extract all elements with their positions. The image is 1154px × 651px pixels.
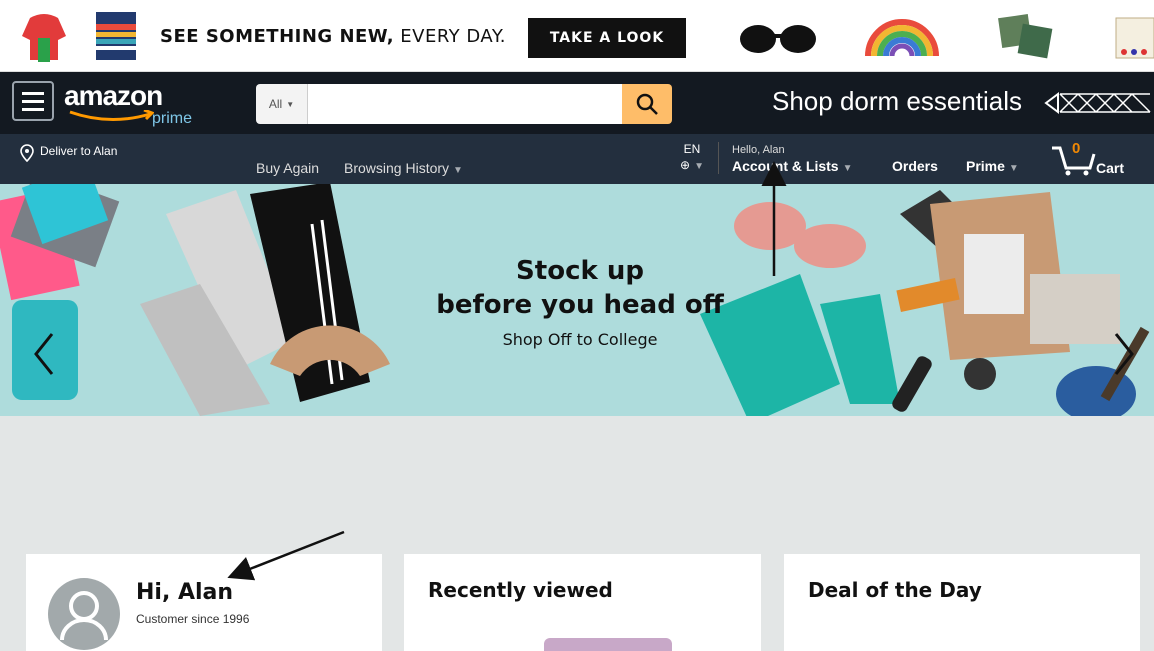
greeting-text: Hi, Alan: [136, 580, 234, 605]
prime-menu-button[interactable]: Prime ▼: [966, 158, 1019, 174]
logo-prime-text: prime: [152, 110, 193, 127]
greeting-card: Hi, Alan Customer since 1996: [26, 554, 382, 651]
recently-viewed-item-thumbnail[interactable]: [544, 638, 672, 651]
carousel-next-button[interactable]: [1104, 324, 1144, 384]
globe-icon: ⊕: [680, 158, 691, 172]
deliver-to-link[interactable]: Deliver to Alan: [20, 144, 117, 162]
search-category-select[interactable]: All ▼: [256, 84, 308, 124]
search-input[interactable]: [308, 84, 622, 124]
hero-title: Stock up before you head off: [436, 256, 724, 320]
amazon-homepage: SEE SOMETHING NEW, EVERY DAY. TAKE A LOO…: [0, 0, 1154, 651]
orders-link[interactable]: Orders: [892, 158, 938, 174]
chevron-down-icon: ▼: [286, 99, 295, 109]
hello-label: Hello, Alan: [732, 144, 785, 156]
deliver-to-label: Deliver to Alan: [40, 144, 118, 158]
deal-of-the-day-card[interactable]: Deal of the Day: [784, 554, 1140, 651]
sunglasses-image: [740, 25, 816, 53]
search-button[interactable]: [622, 84, 672, 124]
nav-divider: [718, 142, 719, 174]
search-bar: All ▼: [256, 84, 672, 124]
logo-text: amazon: [64, 80, 163, 111]
deal-of-the-day-title: Deal of the Day: [808, 578, 982, 602]
game-board-image: [1115, 17, 1154, 59]
user-icon: [60, 591, 108, 641]
search-icon: [636, 93, 658, 115]
menu-icon: [22, 91, 44, 95]
chevron-down-icon: ▼: [1008, 163, 1019, 174]
account-and-lists-button[interactable]: Account & Lists ▼: [732, 158, 852, 174]
location-pin-icon: [20, 144, 34, 162]
chevron-down-icon: ▼: [842, 163, 853, 174]
promo-text: SEE SOMETHING NEW, EVERY DAY.: [160, 26, 506, 47]
menu-button[interactable]: [12, 81, 54, 121]
hero-subtitle-link[interactable]: Shop Off to College: [430, 330, 730, 349]
header-bottom: Deliver to Alan Buy Again Browsing Histo…: [0, 134, 1154, 184]
chevron-down-icon: ▼: [453, 165, 463, 176]
shop-dorm-essentials-link[interactable]: Shop dorm essentials: [772, 86, 1022, 117]
cart-button[interactable]: 0 Cart: [1050, 140, 1140, 178]
dorm-decor-graphic: [1044, 92, 1151, 114]
cart-count-badge: 0: [1072, 140, 1081, 157]
striped-towel-image: [96, 12, 136, 60]
recently-viewed-title: Recently viewed: [428, 578, 613, 602]
nav-link-browsing-history[interactable]: Browsing History ▼: [344, 160, 463, 176]
hero-carousel[interactable]: Stock up before you head off Shop Off to…: [0, 184, 1154, 416]
holiday-sweater-image: [22, 14, 66, 62]
language-selector[interactable]: EN ⊕ ▼: [674, 142, 710, 172]
avatar[interactable]: [48, 578, 120, 650]
rainbow-image: [865, 19, 939, 57]
nav-link-buy-again[interactable]: Buy Again: [256, 160, 319, 176]
chevron-left-icon: [34, 333, 54, 375]
chevron-down-icon: ▼: [694, 161, 704, 172]
promo-banner[interactable]: SEE SOMETHING NEW, EVERY DAY. TAKE A LOO…: [0, 0, 1154, 72]
take-a-look-button[interactable]: TAKE A LOOK: [528, 18, 686, 58]
carousel-prev-button[interactable]: [24, 324, 64, 384]
cart-label: Cart: [1096, 160, 1125, 176]
customer-since-text: Customer since 1996: [136, 612, 250, 626]
language-label: EN: [683, 142, 701, 156]
recently-viewed-card[interactable]: Recently viewed: [404, 554, 761, 651]
chevron-right-icon: [1114, 333, 1134, 375]
pillows-image: [998, 14, 1053, 59]
smile-arrow-icon: [69, 110, 154, 121]
amazon-prime-logo[interactable]: amazon prime: [64, 80, 194, 128]
header-top: amazon prime All ▼ Shop dorm essentials: [0, 72, 1154, 134]
